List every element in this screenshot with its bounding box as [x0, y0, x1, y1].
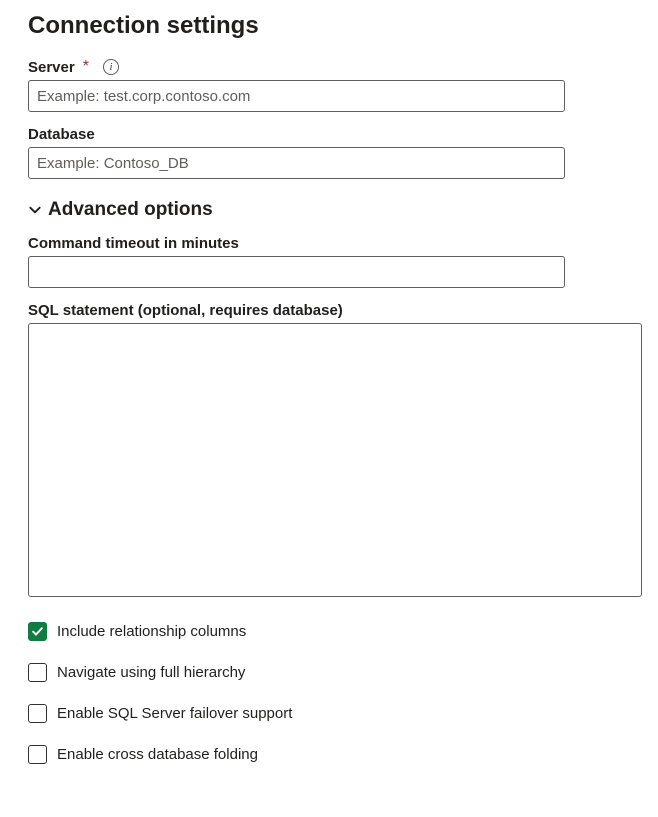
sql-label: SQL statement (optional, requires databa… — [28, 302, 343, 319]
timeout-input[interactable] — [28, 256, 565, 288]
advanced-options-label: Advanced options — [48, 199, 213, 221]
option-cross-db-folding[interactable]: Enable cross database folding — [28, 745, 630, 764]
option-label: Enable SQL Server failover support — [57, 705, 292, 722]
database-field: Database — [28, 126, 630, 179]
options-group: Include relationship columns Navigate us… — [28, 622, 630, 764]
option-label: Enable cross database folding — [57, 746, 258, 763]
timeout-label: Command timeout in minutes — [28, 235, 239, 252]
server-field: Server * i — [28, 58, 630, 112]
checkbox-unchecked-icon — [28, 745, 47, 764]
sql-textarea[interactable] — [28, 323, 642, 597]
option-label: Navigate using full hierarchy — [57, 664, 245, 681]
database-input[interactable] — [28, 147, 565, 179]
option-failover[interactable]: Enable SQL Server failover support — [28, 704, 630, 723]
timeout-field: Command timeout in minutes — [28, 235, 630, 288]
option-navigate-hierarchy[interactable]: Navigate using full hierarchy — [28, 663, 630, 682]
server-input[interactable] — [28, 80, 565, 112]
checkbox-checked-icon — [28, 622, 47, 641]
chevron-down-icon — [28, 203, 42, 217]
sql-field: SQL statement (optional, requires databa… — [28, 302, 630, 602]
option-label: Include relationship columns — [57, 623, 246, 640]
advanced-options-toggle[interactable]: Advanced options — [28, 199, 630, 221]
server-label: Server — [28, 59, 75, 76]
info-icon[interactable]: i — [103, 59, 119, 75]
option-include-relationship[interactable]: Include relationship columns — [28, 622, 630, 641]
database-label: Database — [28, 126, 95, 143]
required-mark: * — [83, 58, 89, 76]
checkbox-unchecked-icon — [28, 663, 47, 682]
checkbox-unchecked-icon — [28, 704, 47, 723]
page-title: Connection settings — [28, 12, 630, 40]
